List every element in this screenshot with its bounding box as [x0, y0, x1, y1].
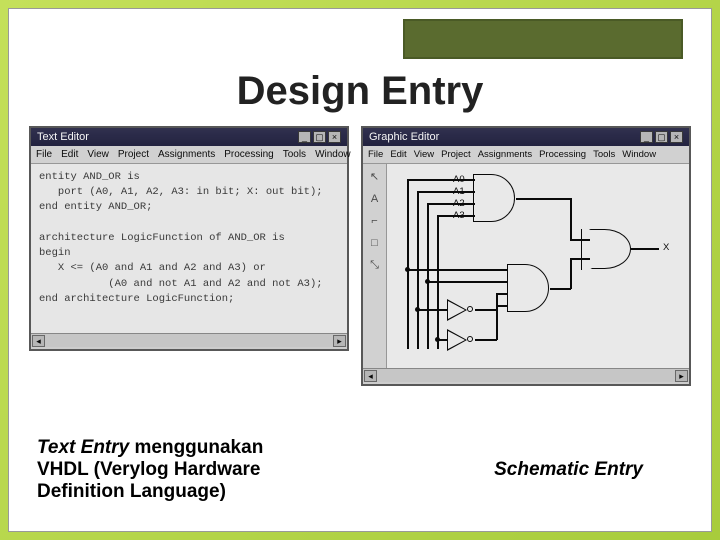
and-gate: [473, 174, 515, 222]
wire: [475, 309, 497, 311]
toolbox: ↖ A ⌐ □ ⤡: [363, 164, 387, 368]
vhdl-code[interactable]: entity AND_OR is port (A0, A1, A2, A3: i…: [31, 164, 347, 333]
graphic-body: ↖ A ⌐ □ ⤡ A0 A1 A2 A3: [363, 164, 689, 368]
menu-item[interactable]: Tools: [283, 149, 306, 160]
close-button[interactable]: ×: [328, 131, 341, 143]
wire: [469, 215, 475, 217]
wire: [439, 203, 469, 205]
menu-item[interactable]: Tools: [593, 149, 615, 160]
close-button[interactable]: ×: [670, 131, 683, 143]
menu-item[interactable]: Edit: [61, 149, 78, 160]
junction-dot: [425, 279, 430, 284]
graphic-editor-title: Graphic Editor: [369, 131, 439, 143]
text-tool-icon[interactable]: A: [371, 193, 378, 205]
wire: [439, 179, 469, 181]
wire: [570, 198, 572, 240]
caption-left: Text Entry menggunakan VHDL (Verylog Har…: [37, 437, 317, 503]
menu-item[interactable]: Assignments: [158, 149, 215, 160]
wire: [417, 191, 439, 193]
not-gate: [447, 299, 467, 321]
wire: [570, 239, 590, 241]
wire: [417, 309, 447, 311]
menu-item[interactable]: File: [36, 149, 52, 160]
zoom-tool-icon[interactable]: ⤡: [370, 259, 379, 272]
menu-item[interactable]: Window: [622, 149, 656, 160]
junction-dot: [415, 307, 420, 312]
text-editor-menubar: File Edit View Project Assignments Proce…: [31, 146, 347, 164]
or-gate: [587, 229, 631, 269]
graphic-editor-menubar: File Edit View Project Assignments Proce…: [363, 146, 689, 164]
captions: Text Entry menggunakan VHDL (Verylog Har…: [9, 437, 711, 503]
scroll-left-icon[interactable]: ◂: [364, 370, 377, 382]
wire: [407, 269, 507, 271]
maximize-button[interactable]: ▢: [313, 131, 326, 143]
horizontal-scrollbar[interactable]: ◂ ▸: [31, 333, 347, 347]
graphic-editor-titlebar: Graphic Editor _ ▢ ×: [363, 128, 689, 146]
rect-tool-icon[interactable]: □: [371, 237, 378, 249]
wire: [631, 248, 659, 250]
wire: [427, 203, 429, 349]
scroll-left-icon[interactable]: ◂: [32, 335, 45, 347]
pin-label-x: X: [663, 242, 669, 253]
wire: [469, 191, 475, 193]
caption-right: Schematic Entry: [494, 459, 673, 481]
pointer-tool-icon[interactable]: ↖: [370, 170, 379, 183]
scroll-right-icon[interactable]: ▸: [333, 335, 346, 347]
minimize-button[interactable]: _: [298, 131, 311, 143]
wire: [469, 179, 475, 181]
wire: [407, 179, 409, 349]
menu-item[interactable]: Assignments: [478, 149, 532, 160]
maximize-button[interactable]: ▢: [655, 131, 668, 143]
menu-item[interactable]: Processing: [539, 149, 586, 160]
not-gate: [447, 329, 467, 351]
menu-item[interactable]: Project: [441, 149, 471, 160]
junction-dot: [435, 337, 440, 342]
text-editor-window: Text Editor _ ▢ × File Edit View Project…: [29, 126, 349, 351]
editor-row: Text Editor _ ▢ × File Edit View Project…: [9, 126, 711, 386]
caption-left-italic: Text Entry: [37, 437, 129, 458]
wire: [570, 258, 572, 289]
minimize-button[interactable]: _: [640, 131, 653, 143]
window-controls: _ ▢ ×: [640, 131, 683, 143]
wire: [550, 288, 571, 290]
wire: [496, 305, 498, 340]
wire: [427, 203, 439, 205]
text-editor-titlebar: Text Editor _ ▢ ×: [31, 128, 347, 146]
menu-item[interactable]: Edit: [390, 149, 406, 160]
slide: Design Entry Text Editor _ ▢ × File Edit…: [8, 8, 712, 532]
wire: [439, 191, 469, 193]
line-tool-icon[interactable]: ⌐: [371, 215, 377, 227]
wire: [475, 339, 497, 341]
menu-item[interactable]: Processing: [224, 149, 273, 160]
wire: [439, 215, 469, 217]
inverter-bubble-icon: [467, 306, 473, 312]
menu-item[interactable]: View: [87, 149, 109, 160]
menu-item[interactable]: View: [414, 149, 434, 160]
text-editor-title: Text Editor: [37, 131, 89, 143]
inverter-bubble-icon: [467, 336, 473, 342]
wire: [469, 203, 475, 205]
wire: [427, 281, 507, 283]
schematic-canvas[interactable]: A0 A1 A2 A3: [387, 164, 689, 368]
menu-item[interactable]: Window: [315, 149, 351, 160]
scroll-right-icon[interactable]: ▸: [675, 370, 688, 382]
wire: [570, 258, 590, 260]
wire: [496, 305, 508, 307]
and-gate: [507, 264, 549, 312]
menu-item[interactable]: File: [368, 149, 383, 160]
wire: [496, 293, 508, 295]
wire: [516, 198, 571, 200]
graphic-editor-window: Graphic Editor _ ▢ × File Edit View Proj…: [361, 126, 691, 386]
window-controls: _ ▢ ×: [298, 131, 341, 143]
horizontal-scrollbar[interactable]: ◂ ▸: [363, 368, 689, 382]
menu-item[interactable]: Project: [118, 149, 149, 160]
header-decoration: [403, 19, 683, 59]
junction-dot: [405, 267, 410, 272]
wire: [407, 179, 439, 181]
